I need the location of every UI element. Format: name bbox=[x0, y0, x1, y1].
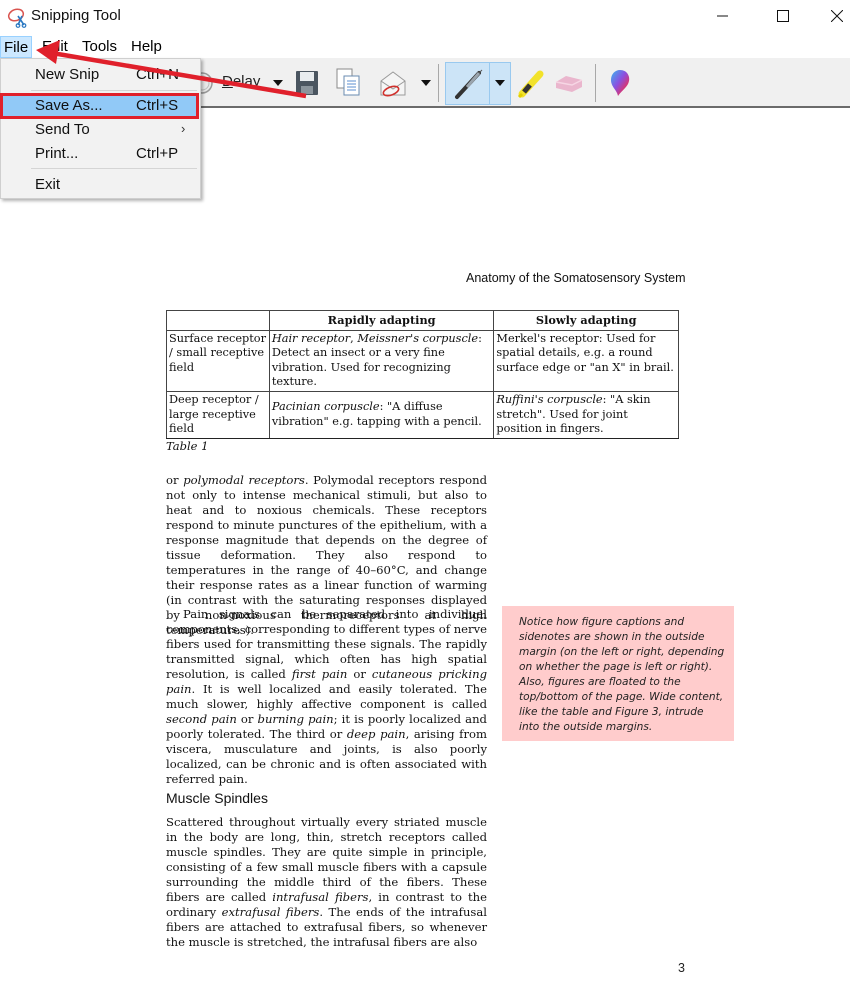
table-header: Slowly adapting bbox=[493, 310, 679, 331]
chevron-down-icon bbox=[421, 80, 431, 86]
menu-separator bbox=[31, 168, 197, 169]
send-snip-icon bbox=[380, 71, 406, 97]
table-row: Deep receptor / large receptive field Pa… bbox=[166, 390, 679, 439]
chevron-down-icon bbox=[495, 80, 505, 86]
table-cell: Merkel's receptor: Used for spatial deta… bbox=[493, 329, 679, 392]
receptor-table: Rapidly adapting Slowly adapting Surface… bbox=[166, 310, 679, 439]
table-cell: Deep receptor / large receptive field bbox=[166, 390, 270, 439]
paint3d-button[interactable] bbox=[606, 66, 634, 100]
chevron-down-icon bbox=[273, 80, 283, 86]
menu-item-new-snip[interactable]: New Snip Ctrl+N bbox=[3, 63, 199, 87]
pen-icon bbox=[454, 69, 482, 99]
paragraph: Pain signals can be separated into indiv… bbox=[166, 607, 488, 786]
eraser-button[interactable] bbox=[553, 70, 585, 96]
menu-item-print[interactable]: Print... Ctrl+P bbox=[3, 142, 199, 166]
maximize-button[interactable] bbox=[760, 0, 806, 32]
table-row: Surface receptor / small receptive field… bbox=[166, 329, 679, 392]
menu-item-label: Print... bbox=[35, 145, 79, 162]
copy-icon bbox=[336, 68, 360, 96]
send-snip-button[interactable] bbox=[376, 66, 410, 100]
annotation-highlight-box bbox=[0, 93, 199, 119]
close-button[interactable] bbox=[814, 0, 850, 32]
sidenote: Notice how figure captions and sidenotes… bbox=[502, 606, 734, 741]
page-number: 3 bbox=[678, 961, 685, 975]
minimize-button[interactable] bbox=[700, 0, 746, 32]
menu-tools[interactable]: Tools bbox=[78, 37, 121, 59]
pen-button[interactable] bbox=[446, 63, 489, 104]
menu-bar: File Edit Tools Help bbox=[0, 36, 850, 58]
toolbar-separator bbox=[595, 64, 596, 102]
menu-item-shortcut: Ctrl+P bbox=[136, 145, 179, 162]
pen-split-divider bbox=[489, 62, 490, 105]
delay-label[interactable]: Delay bbox=[222, 73, 260, 90]
menu-item-label: Send To bbox=[35, 121, 90, 138]
table-header-row: Rapidly adapting Slowly adapting bbox=[166, 310, 679, 331]
menu-item-shortcut: Ctrl+N bbox=[136, 66, 179, 83]
minimize-icon bbox=[717, 15, 728, 17]
save-icon bbox=[296, 71, 318, 95]
table-cell: Pacinian corpuscle: "A diffuse vibration… bbox=[268, 390, 495, 439]
toolbar-separator bbox=[438, 64, 439, 102]
delay-dropdown-button[interactable] bbox=[271, 76, 285, 90]
menu-edit[interactable]: Edit bbox=[38, 37, 72, 59]
menu-file[interactable]: File bbox=[0, 36, 33, 58]
table-header bbox=[166, 310, 270, 331]
table-caption: Table 1 bbox=[166, 439, 209, 453]
menu-item-send-to[interactable]: Send To › bbox=[3, 118, 199, 142]
highlighter-icon bbox=[517, 70, 544, 98]
pen-dropdown-button[interactable] bbox=[491, 76, 509, 90]
send-dropdown-button[interactable] bbox=[419, 76, 433, 90]
submenu-arrow-icon: › bbox=[181, 121, 186, 136]
maximize-icon bbox=[777, 10, 789, 22]
copy-button[interactable] bbox=[334, 66, 362, 98]
running-head: Anatomy of the Somatosensory System bbox=[466, 271, 686, 285]
menu-item-exit[interactable]: Exit bbox=[3, 173, 199, 197]
paragraph: Scattered throughout virtually every str… bbox=[166, 815, 488, 949]
close-icon bbox=[831, 10, 843, 22]
file-menu-dropdown: New Snip Ctrl+N Save As... Ctrl+S Send T… bbox=[0, 58, 201, 199]
paint3d-icon bbox=[611, 70, 630, 96]
snipping-tool-logo-icon bbox=[7, 6, 29, 28]
table-cell: Hair receptor, Meissner's corpuscle: Det… bbox=[268, 329, 495, 392]
window-title: Snipping Tool bbox=[31, 7, 121, 24]
highlighter-button[interactable] bbox=[515, 64, 547, 100]
title-bar: Snipping Tool bbox=[0, 0, 850, 34]
menu-item-label: New Snip bbox=[35, 66, 100, 83]
menu-item-label: Exit bbox=[35, 176, 61, 193]
table-cell: Surface receptor / small receptive field bbox=[166, 329, 270, 392]
save-snip-button[interactable] bbox=[293, 68, 321, 98]
table-cell: Ruffini's corpuscle: "A skin stretch". U… bbox=[493, 390, 679, 439]
eraser-icon bbox=[555, 76, 583, 92]
menu-help[interactable]: Help bbox=[127, 37, 166, 59]
menu-separator bbox=[31, 90, 197, 91]
section-heading: Muscle Spindles bbox=[166, 790, 268, 806]
table-header: Rapidly adapting bbox=[268, 310, 495, 331]
